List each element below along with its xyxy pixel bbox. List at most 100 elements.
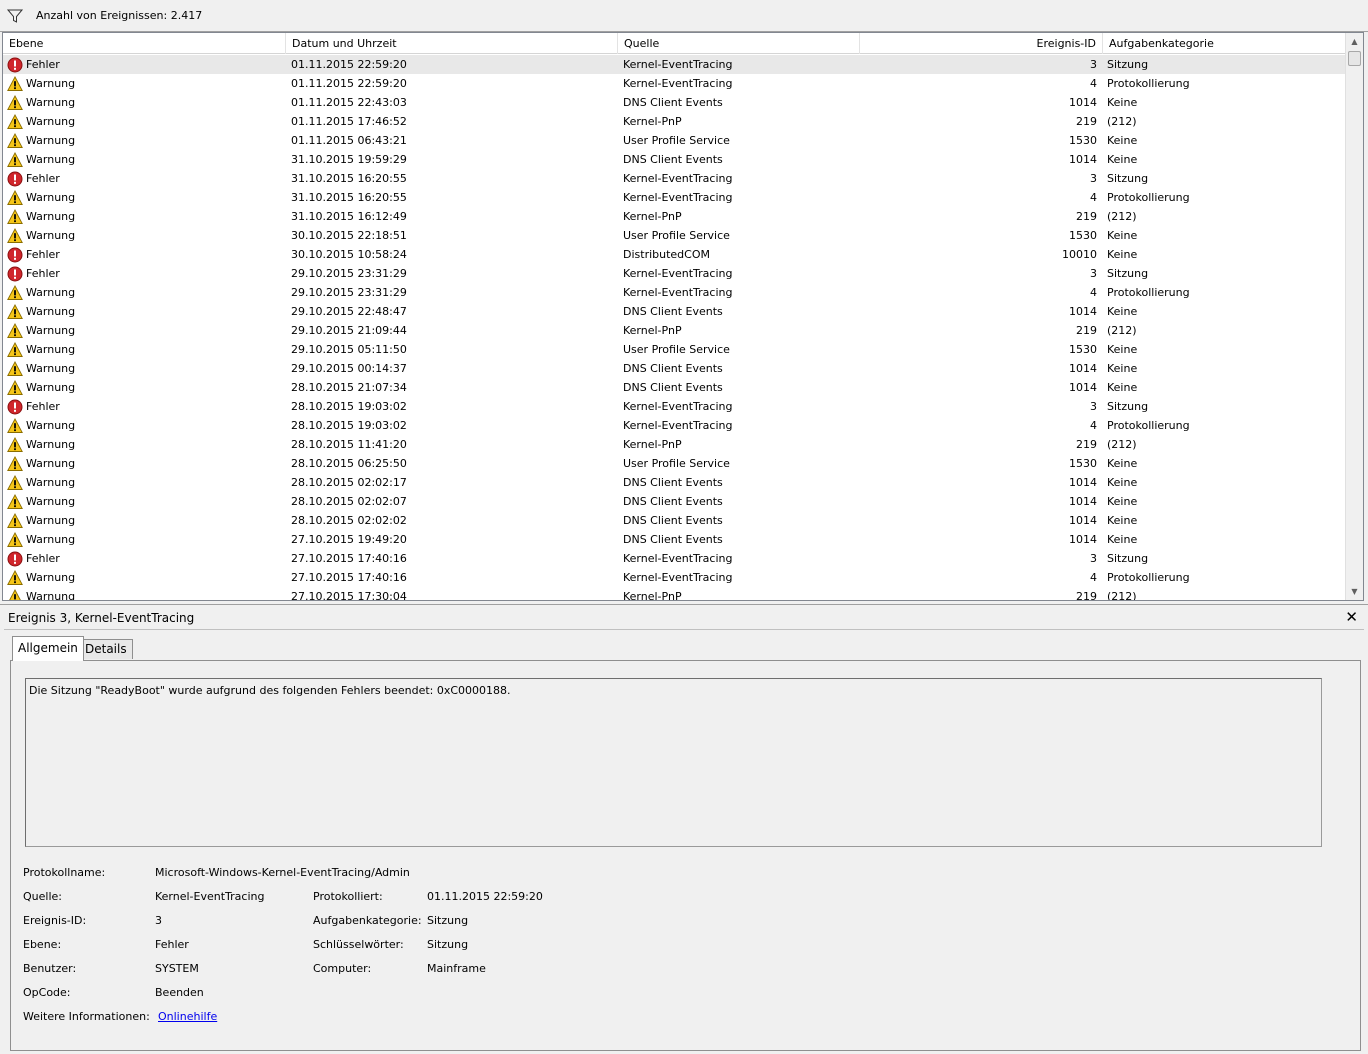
event-list-scrollbar[interactable]: ▲ ▼ bbox=[1345, 33, 1363, 600]
table-row[interactable]: Warnung 28.10.2015 19:03:02 Kernel-EventTr… bbox=[3, 416, 1345, 435]
cell-category: Keine bbox=[1107, 305, 1138, 318]
cell-datetime: 28.10.2015 19:03:02 bbox=[291, 419, 407, 432]
cell-source: Kernel-EventTracing bbox=[623, 400, 733, 413]
label-log-name: Protokollname: bbox=[23, 866, 106, 879]
table-row[interactable]: Warnung 29.10.2015 22:48:47 DNS Client Eve… bbox=[3, 302, 1345, 321]
cell-source: User Profile Service bbox=[623, 229, 730, 242]
table-row[interactable]: Warnung 27.10.2015 19:49:20 DNS Client Eve… bbox=[3, 530, 1345, 549]
table-row[interactable]: Warnung 27.10.2015 17:40:16 Kernel-EventTr… bbox=[3, 568, 1345, 587]
cell-source: Kernel-EventTracing bbox=[623, 77, 733, 90]
cell-source: DNS Client Events bbox=[623, 153, 723, 166]
table-row[interactable]: Warnung 27.10.2015 17:30:04 Kernel-PnP 219 (… bbox=[3, 587, 1345, 600]
table-row[interactable]: Warnung 01.11.2015 22:43:03 DNS Client Eve… bbox=[3, 93, 1345, 112]
table-row[interactable]: Warnung 31.10.2015 19:59:29 DNS Client Eve… bbox=[3, 150, 1345, 169]
table-row[interactable]: Warnung 28.10.2015 02:02:02 DNS Client Eve… bbox=[3, 511, 1345, 530]
cell-level: Warnung bbox=[7, 302, 283, 321]
table-row[interactable]: Warnung 29.10.2015 00:14:37 DNS Client Eve… bbox=[3, 359, 1345, 378]
cell-level-text: Fehler bbox=[26, 58, 60, 71]
error-icon bbox=[7, 551, 23, 567]
table-row[interactable]: Warnung 29.10.2015 21:09:44 Kernel-PnP 219 (… bbox=[3, 321, 1345, 340]
value-task-category: Sitzung bbox=[427, 914, 469, 927]
column-header-source[interactable]: Quelle bbox=[618, 33, 860, 54]
cell-level-text: Warnung bbox=[26, 571, 76, 584]
table-row[interactable]: Warnung 28.10.2015 21:07:34 DNS Client Eve… bbox=[3, 378, 1345, 397]
event-list[interactable]: Ebene Datum und Uhrzeit Quelle Ereignis-… bbox=[2, 32, 1364, 601]
cell-source: Kernel-EventTracing bbox=[623, 58, 733, 71]
table-row[interactable]: Warnung 29.10.2015 05:11:50 User Profile S… bbox=[3, 340, 1345, 359]
cell-level: Warnung bbox=[7, 416, 283, 435]
cell-category: Keine bbox=[1107, 495, 1138, 508]
table-row[interactable]: Warnung 28.10.2015 02:02:17 DNS Client Eve… bbox=[3, 473, 1345, 492]
table-row[interactable]: Fehler 27.10.2015 17:40:16 Kernel-EventTra… bbox=[3, 549, 1345, 568]
cell-event-id: 4 bbox=[1090, 286, 1097, 299]
warning-icon bbox=[7, 322, 23, 339]
table-row[interactable]: Warnung 28.10.2015 02:02:07 DNS Client Eve… bbox=[3, 492, 1345, 511]
table-row[interactable]: Warnung 01.11.2015 17:46:52 Kernel-PnP 219 (… bbox=[3, 112, 1345, 131]
tab-details[interactable]: Details bbox=[79, 639, 133, 659]
cell-datetime: 27.10.2015 19:49:20 bbox=[291, 533, 407, 546]
warning-icon bbox=[7, 531, 23, 548]
cell-level: Warnung bbox=[7, 359, 283, 378]
cell-category: Protokollierung bbox=[1107, 286, 1190, 299]
table-row[interactable]: Fehler 31.10.2015 16:20:55 Kernel-EventTra… bbox=[3, 169, 1345, 188]
column-header-datetime[interactable]: Datum und Uhrzeit bbox=[286, 33, 618, 54]
label-opcode: OpCode: bbox=[23, 986, 71, 999]
table-row[interactable]: Warnung 28.10.2015 11:41:20 Kernel-PnP 219 (… bbox=[3, 435, 1345, 454]
table-row[interactable]: Warnung 31.10.2015 16:20:55 Kernel-EventTr… bbox=[3, 188, 1345, 207]
online-help-link[interactable]: Onlinehilfe bbox=[158, 1010, 217, 1023]
table-row[interactable]: Warnung 29.10.2015 23:31:29 Kernel-EventTr… bbox=[3, 283, 1345, 302]
cell-level: Warnung bbox=[7, 131, 283, 150]
cell-event-id: 1530 bbox=[1069, 457, 1097, 470]
cell-source: Kernel-EventTracing bbox=[623, 267, 733, 280]
table-row[interactable]: Warnung 01.11.2015 06:43:21 User Profile S… bbox=[3, 131, 1345, 150]
filter-funnel-icon[interactable] bbox=[6, 8, 24, 24]
cell-category: Keine bbox=[1107, 153, 1138, 166]
cell-level-text: Warnung bbox=[26, 514, 76, 527]
cell-source: DNS Client Events bbox=[623, 381, 723, 394]
table-row[interactable]: Warnung 01.11.2015 22:59:20 Kernel-EventTr… bbox=[3, 74, 1345, 93]
column-header-level[interactable]: Ebene bbox=[3, 33, 286, 54]
close-icon[interactable]: ✕ bbox=[1345, 608, 1358, 626]
cell-level-text: Warnung bbox=[26, 229, 76, 242]
tab-general[interactable]: Allgemein bbox=[12, 636, 84, 661]
table-row[interactable]: Warnung 30.10.2015 22:18:51 User Profile S… bbox=[3, 226, 1345, 245]
table-row[interactable]: Fehler 28.10.2015 19:03:02 Kernel-EventTra… bbox=[3, 397, 1345, 416]
event-properties: Protokollname: Microsoft-Windows-Kernel-… bbox=[11, 661, 1360, 1050]
column-header-event-id[interactable]: Ereignis-ID bbox=[860, 33, 1103, 54]
filter-bar: Anzahl von Ereignissen: 2.417 bbox=[0, 0, 1368, 32]
cell-source: Kernel-PnP bbox=[623, 438, 682, 451]
table-row[interactable]: Warnung 31.10.2015 16:12:49 Kernel-PnP 219 (… bbox=[3, 207, 1345, 226]
cell-level-text: Warnung bbox=[26, 134, 76, 147]
cell-event-id: 10010 bbox=[1062, 248, 1097, 261]
cell-level: Warnung bbox=[7, 511, 283, 530]
event-detail-pane: Ereignis 3, Kernel-EventTracing ✕ Allgem… bbox=[0, 604, 1368, 1054]
table-row[interactable]: Fehler 29.10.2015 23:31:29 Kernel-EventTra… bbox=[3, 264, 1345, 283]
cell-level-text: Warnung bbox=[26, 210, 76, 223]
scroll-down-arrow-icon[interactable]: ▼ bbox=[1346, 583, 1363, 600]
cell-category: Keine bbox=[1107, 381, 1138, 394]
cell-datetime: 31.10.2015 19:59:29 bbox=[291, 153, 407, 166]
value-logged: 01.11.2015 22:59:20 bbox=[427, 890, 543, 903]
value-source: Kernel-EventTracing bbox=[155, 890, 265, 903]
value-log-name: Microsoft-Windows-Kernel-EventTracing/Ad… bbox=[155, 866, 410, 879]
cell-category: Sitzung bbox=[1107, 172, 1149, 185]
cell-level-text: Warnung bbox=[26, 362, 76, 375]
cell-datetime: 28.10.2015 06:25:50 bbox=[291, 457, 407, 470]
cell-datetime: 30.10.2015 10:58:24 bbox=[291, 248, 407, 261]
scroll-up-arrow-icon[interactable]: ▲ bbox=[1346, 33, 1363, 50]
table-row[interactable]: Warnung 28.10.2015 06:25:50 User Profile S… bbox=[3, 454, 1345, 473]
table-row[interactable]: Fehler 30.10.2015 10:58:24 DistributedCOM 1… bbox=[3, 245, 1345, 264]
cell-level-text: Fehler bbox=[26, 172, 60, 185]
cell-event-id: 219 bbox=[1076, 590, 1097, 600]
cell-event-id: 1014 bbox=[1069, 153, 1097, 166]
label-computer: Computer: bbox=[313, 962, 372, 975]
table-row[interactable]: Fehler 01.11.2015 22:59:20 Kernel-EventTra… bbox=[3, 55, 1345, 74]
error-icon bbox=[7, 266, 23, 282]
cell-level-text: Fehler bbox=[26, 267, 60, 280]
warning-icon bbox=[7, 189, 23, 206]
cell-source: DNS Client Events bbox=[623, 476, 723, 489]
cell-level: Warnung bbox=[7, 321, 283, 340]
scroll-thumb[interactable] bbox=[1348, 51, 1361, 66]
column-header-category[interactable]: Aufgabenkategorie bbox=[1103, 33, 1345, 54]
cell-category: (212) bbox=[1107, 210, 1137, 223]
